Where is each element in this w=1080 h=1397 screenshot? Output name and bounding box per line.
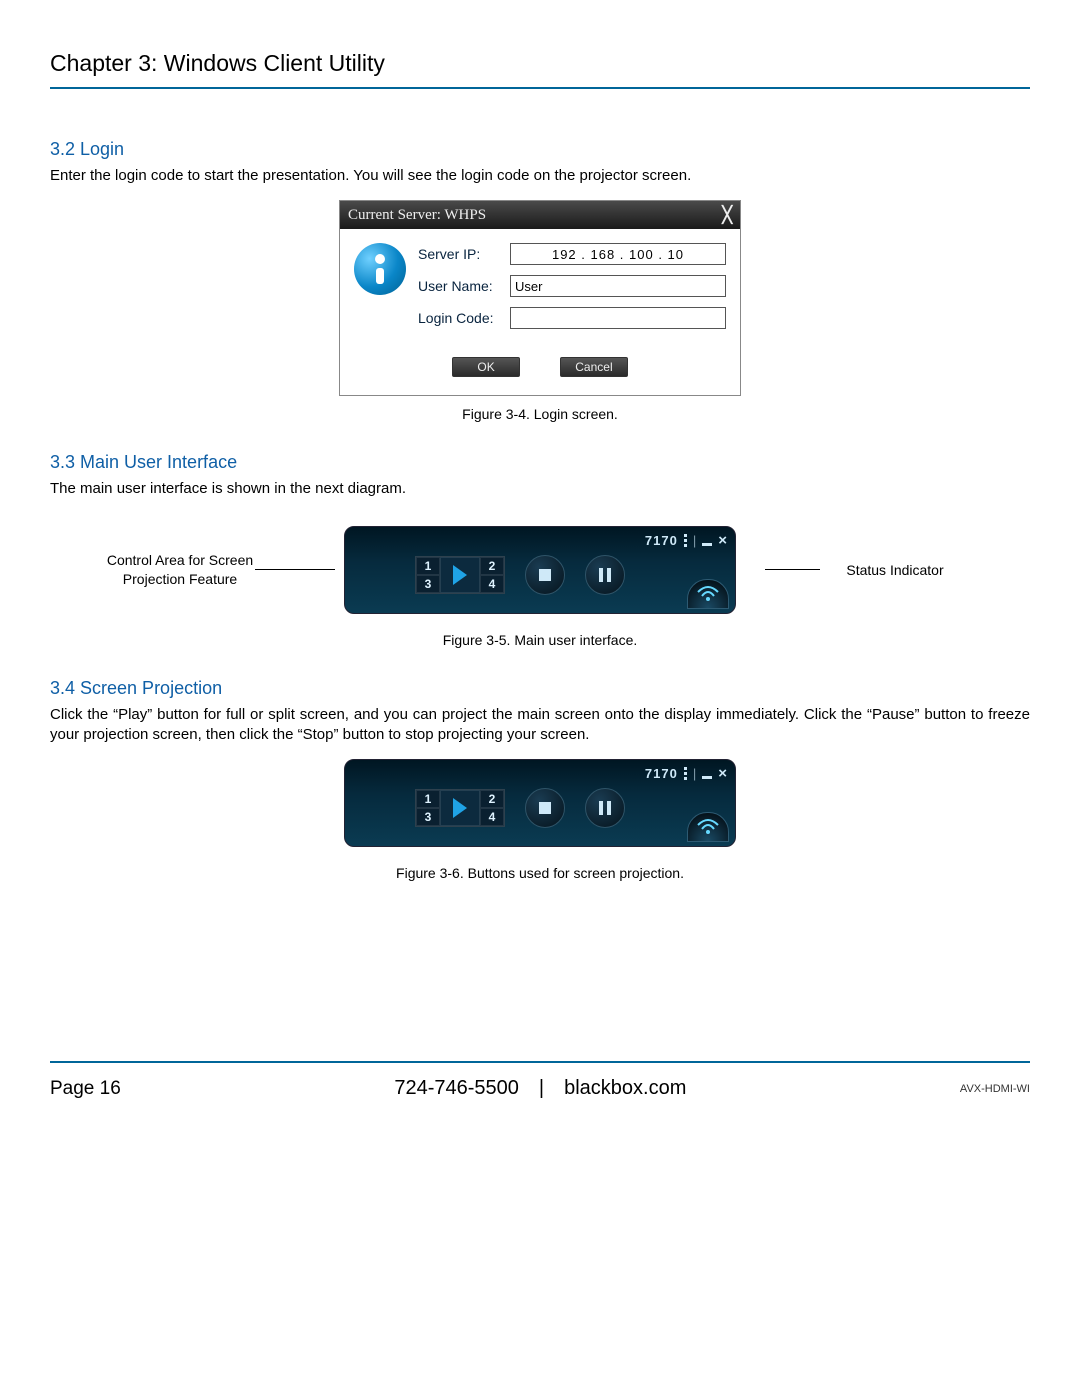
figure-caption-projection: Figure 3-6. Buttons used for screen proj… xyxy=(50,865,1030,881)
quadrant-3[interactable]: 3 xyxy=(416,808,440,826)
login-code-input[interactable] xyxy=(510,307,726,329)
wifi-icon xyxy=(696,819,720,835)
server-ip-label: Server IP: xyxy=(418,246,510,262)
login-code-label: Login Code: xyxy=(418,310,510,326)
quadrant-3[interactable]: 3 xyxy=(416,575,440,593)
pause-button[interactable] xyxy=(585,555,625,595)
menu-icon[interactable] xyxy=(684,767,687,780)
section-text-login: Enter the login code to start the presen… xyxy=(50,166,1030,186)
login-dialog-titlebar: Current Server: WHPS ╳ xyxy=(340,201,740,229)
section-text-main-ui: The main user interface is shown in the … xyxy=(50,479,1030,499)
quadrant-control[interactable]: 1 2 3 4 xyxy=(415,556,505,594)
page-footer: Page 16 724-746-5500 | blackbox.com AVX-… xyxy=(50,1061,1030,1100)
user-name-label: User Name: xyxy=(418,278,510,294)
play-button[interactable] xyxy=(440,557,480,593)
status-number: 7170 xyxy=(645,766,678,781)
user-name-input[interactable] xyxy=(510,275,726,297)
quadrant-4[interactable]: 4 xyxy=(480,575,504,593)
section-heading-main-ui: 3.3 Main User Interface xyxy=(50,452,1030,473)
cancel-button[interactable]: Cancel xyxy=(560,357,628,377)
status-area: 7170 | × xyxy=(645,532,727,549)
figure-caption-login: Figure 3-4. Login screen. xyxy=(50,406,1030,422)
stop-button[interactable] xyxy=(525,788,565,828)
chapter-title: Chapter 3: Windows Client Utility xyxy=(50,50,1030,89)
figure-caption-main-ui: Figure 3-5. Main user interface. xyxy=(50,632,1030,648)
section-heading-projection: 3.4 Screen Projection xyxy=(50,678,1030,699)
minimize-icon[interactable] xyxy=(702,543,712,546)
quadrant-2[interactable]: 2 xyxy=(480,557,504,575)
leader-line-right xyxy=(765,569,820,570)
ok-button[interactable]: OK xyxy=(452,357,520,377)
pause-button[interactable] xyxy=(585,788,625,828)
login-dialog-title: Current Server: WHPS xyxy=(348,207,486,224)
close-icon[interactable]: × xyxy=(718,532,727,549)
control-bar: 7170 | × 1 2 3 4 xyxy=(344,526,736,614)
status-area: 7170 | × xyxy=(645,765,727,782)
status-indicator xyxy=(687,579,729,609)
quadrant-control[interactable]: 1 2 3 4 xyxy=(415,789,505,827)
quadrant-1[interactable]: 1 xyxy=(416,557,440,575)
stop-icon xyxy=(539,569,551,581)
main-ui-figure: Control Area for Screen Projection Featu… xyxy=(50,526,1030,614)
minimize-icon[interactable] xyxy=(702,776,712,779)
close-icon[interactable]: × xyxy=(718,765,727,782)
stop-button[interactable] xyxy=(525,555,565,595)
close-icon[interactable]: ╳ xyxy=(722,205,732,225)
info-icon xyxy=(354,243,406,295)
quadrant-4[interactable]: 4 xyxy=(480,808,504,826)
page-number: Page 16 xyxy=(50,1078,121,1100)
server-ip-input[interactable] xyxy=(510,243,726,265)
quadrant-2[interactable]: 2 xyxy=(480,790,504,808)
callout-status-indicator: Status Indicator xyxy=(820,562,970,578)
footer-model: AVX-HDMI-WI xyxy=(960,1083,1030,1095)
projection-figure: 7170 | × 1 2 3 4 xyxy=(50,759,1030,847)
status-number: 7170 xyxy=(645,533,678,548)
control-bar: 7170 | × 1 2 3 4 xyxy=(344,759,736,847)
quadrant-1[interactable]: 1 xyxy=(416,790,440,808)
section-heading-login: 3.2 Login xyxy=(50,139,1030,160)
callout-control-area: Control Area for Screen Projection Featu… xyxy=(105,551,255,589)
pause-icon xyxy=(599,801,611,815)
login-dialog: Current Server: WHPS ╳ Server IP: User N… xyxy=(339,200,741,396)
leader-line-left xyxy=(255,569,335,570)
play-button[interactable] xyxy=(440,790,480,826)
status-indicator xyxy=(687,812,729,842)
section-text-projection: Click the “Play” button for full or spli… xyxy=(50,705,1030,746)
stop-icon xyxy=(539,802,551,814)
separator: | xyxy=(693,533,696,548)
footer-contact: 724-746-5500 | blackbox.com xyxy=(121,1077,960,1100)
pause-icon xyxy=(599,568,611,582)
separator: | xyxy=(693,766,696,781)
menu-icon[interactable] xyxy=(684,534,687,547)
wifi-icon xyxy=(696,586,720,602)
